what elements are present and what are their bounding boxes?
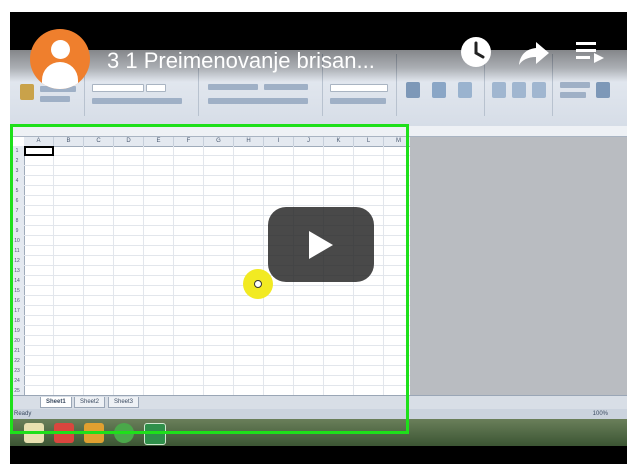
grid-line (203, 146, 204, 395)
sheet-tabs-bar: Sheet1 Sheet2 Sheet3 (10, 395, 627, 410)
column-header[interactable]: C (84, 137, 114, 147)
media-icon[interactable] (114, 423, 134, 443)
chrome-icon[interactable] (54, 423, 74, 443)
active-cell[interactable] (24, 146, 54, 156)
sheet-tab[interactable]: Sheet2 (74, 397, 106, 408)
column-header[interactable]: B (54, 137, 84, 147)
formula-bar[interactable] (10, 126, 627, 137)
grid-line (24, 385, 410, 386)
grid-line (83, 146, 84, 395)
grid-line (233, 146, 234, 395)
column-header[interactable]: F (174, 137, 204, 147)
column-header[interactable]: E (144, 137, 174, 147)
column-header[interactable]: L (354, 137, 384, 147)
grid-line (383, 146, 384, 395)
sheet-tab[interactable]: Sheet3 (108, 397, 140, 408)
grid-line (24, 315, 410, 316)
grid-line (143, 146, 144, 395)
grid-line (24, 335, 410, 336)
person-icon (51, 40, 70, 59)
grid-line (53, 146, 54, 395)
clock-icon[interactable] (458, 34, 494, 70)
grid-line (24, 355, 410, 356)
excel-icon[interactable] (144, 423, 166, 445)
grid-line (24, 155, 410, 156)
grid-line (24, 165, 410, 166)
sheet-tab[interactable]: Sheet1 (40, 397, 72, 408)
grid-line (173, 146, 174, 395)
play-icon (309, 231, 333, 259)
app-icon[interactable] (84, 423, 104, 443)
video-title[interactable]: 3 1 Preimenovanje brisan... (107, 48, 447, 74)
grid-line (24, 295, 410, 296)
paste-icon (20, 84, 34, 100)
column-header[interactable]: J (294, 137, 324, 147)
grid-line (24, 345, 410, 346)
grid-line (24, 285, 410, 286)
player-bottom-bar (10, 446, 627, 464)
zoom-level: 100% (592, 411, 608, 417)
add-to-queue-icon[interactable] (572, 34, 608, 70)
grid-line (113, 146, 114, 395)
windows-taskbar (10, 419, 627, 446)
video-player[interactable]: A B C D E F G H I J K L M 1 2 3 4 5 6 7 8 9 10 11 12 13 14 15 16 17 18… (10, 12, 627, 464)
grid-line (24, 175, 410, 176)
explorer-icon[interactable] (24, 423, 44, 443)
dimmed-worksheet-area (410, 137, 627, 395)
grid-line (24, 195, 410, 196)
mouse-cursor-highlight (243, 269, 273, 299)
play-button[interactable] (268, 207, 374, 282)
grid-line (24, 185, 410, 186)
column-header[interactable]: I (264, 137, 294, 147)
column-header[interactable]: K (324, 137, 354, 147)
status-text: Ready (14, 411, 32, 417)
column-header[interactable]: H (234, 137, 264, 147)
column-header[interactable]: D (114, 137, 144, 147)
share-arrow-icon[interactable] (516, 34, 552, 70)
channel-avatar[interactable] (30, 29, 90, 89)
grid-line (24, 305, 410, 306)
grid-line (24, 365, 410, 366)
column-header[interactable]: G (204, 137, 234, 147)
grid-line (24, 205, 410, 206)
grid-line (24, 325, 410, 326)
grid-line (24, 375, 410, 376)
status-bar: Ready 100% (10, 409, 627, 419)
